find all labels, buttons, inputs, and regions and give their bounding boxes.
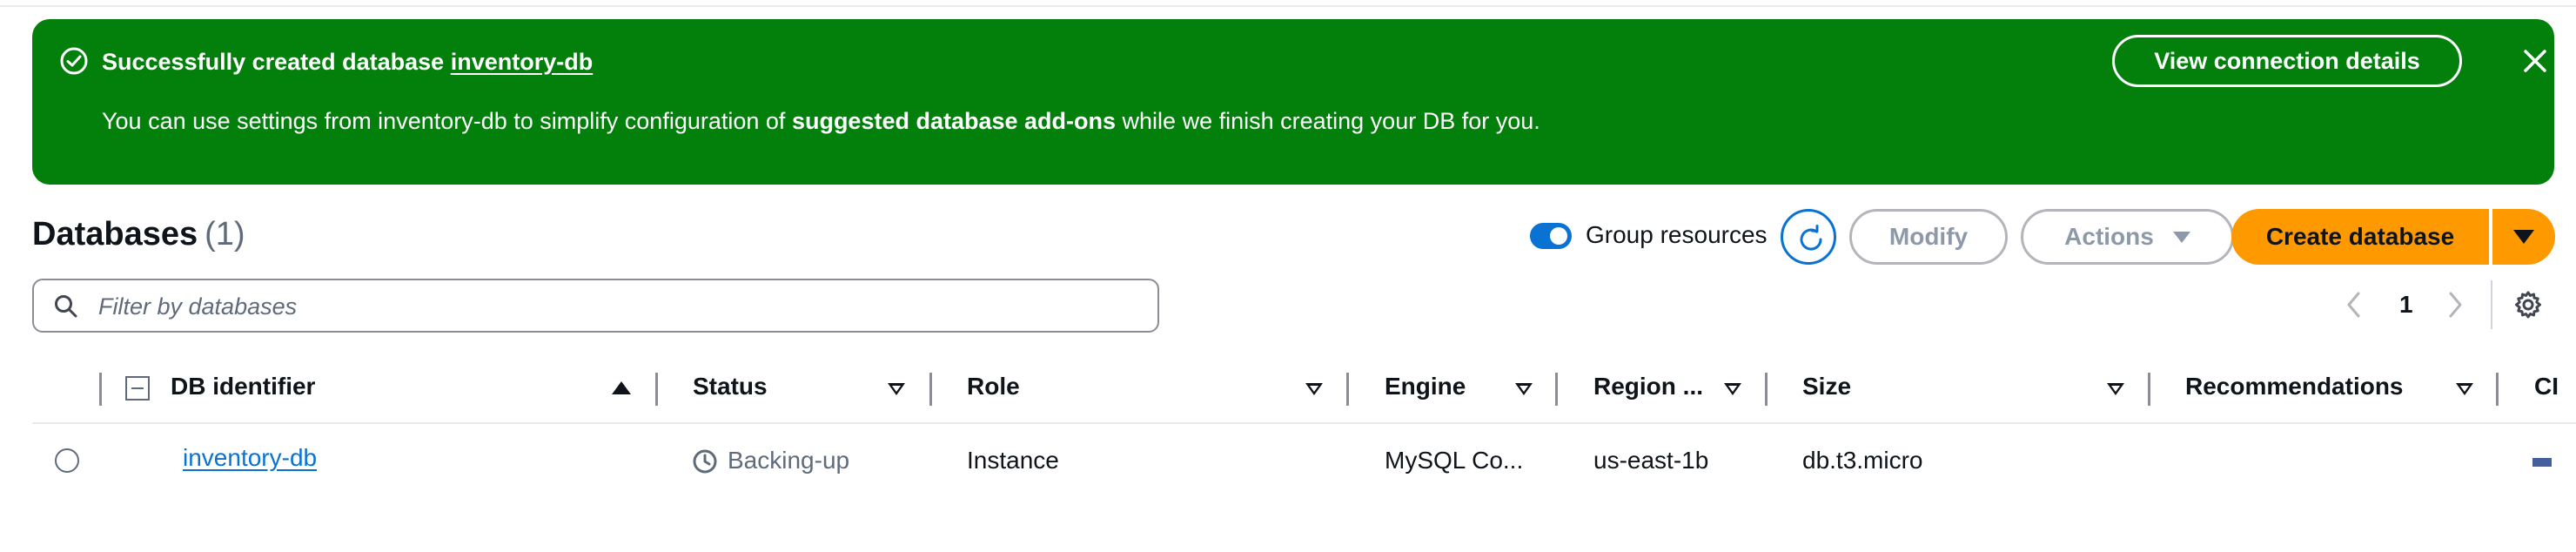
column-header-recommendations[interactable]: Recommendations <box>2185 373 2404 401</box>
top-divider <box>0 0 2576 7</box>
column-divider <box>99 373 102 406</box>
column-header-role[interactable]: Role <box>967 373 1020 401</box>
page-title: Databases (1) <box>32 216 245 253</box>
region-cell: us-east-1b <box>1593 447 1709 474</box>
sort-icon[interactable] <box>1305 383 1323 395</box>
gear-icon[interactable] <box>2513 290 2543 320</box>
caret-down-icon <box>2513 230 2534 244</box>
flash-message-start: You can use settings from inventory-db t… <box>102 108 786 134</box>
column-divider[interactable] <box>655 373 658 406</box>
actions-label: Actions <box>2064 223 2154 250</box>
column-divider[interactable] <box>1555 373 1558 406</box>
view-connection-details-button[interactable]: View connection details <box>2112 35 2462 87</box>
check-circle-icon <box>60 47 88 75</box>
filter-databases-input[interactable] <box>97 287 1136 326</box>
group-resources-toggle[interactable] <box>1530 223 1572 249</box>
flash-db-link[interactable]: inventory-db <box>451 49 594 75</box>
refresh-button[interactable] <box>1781 209 1836 265</box>
table-header-divider <box>32 422 2576 424</box>
engine-cell: MySQL Co... <box>1385 447 1524 474</box>
flash-title-prefix: Successfully created database <box>102 49 445 75</box>
flash-message-bold: suggested database add-ons <box>791 108 1117 134</box>
create-database-dropdown-button[interactable] <box>2492 209 2555 265</box>
create-database-button[interactable]: Create database <box>2231 209 2489 265</box>
sort-icon[interactable] <box>2456 383 2473 395</box>
role-cell: Instance <box>967 447 1059 474</box>
pagination-divider <box>2491 280 2492 329</box>
flash-message: You can use settings from inventory-db t… <box>102 108 1540 135</box>
db-identifier-link[interactable]: inventory-db <box>183 444 317 472</box>
chevron-left-icon[interactable] <box>2345 290 2364 320</box>
group-resources-label: Group resources <box>1586 221 1768 248</box>
close-icon[interactable] <box>2521 47 2549 75</box>
row-select-radio[interactable] <box>55 448 79 473</box>
filter-box <box>32 279 1159 333</box>
column-divider[interactable] <box>2496 373 2499 406</box>
modify-button[interactable]: Modify <box>1849 209 2008 265</box>
refresh-icon <box>1800 225 1822 251</box>
truncated-cell-indicator <box>2532 458 2552 467</box>
column-header-size[interactable]: Size <box>1802 373 1851 401</box>
column-divider[interactable] <box>929 373 932 406</box>
chevron-right-icon[interactable] <box>2445 290 2465 320</box>
sort-icon[interactable] <box>2107 383 2124 395</box>
success-flash-banner: Successfully created database inventory-… <box>32 19 2554 185</box>
size-cell: db.t3.micro <box>1802 447 1923 474</box>
sort-icon[interactable] <box>1724 383 1741 395</box>
clock-icon <box>693 449 717 474</box>
toggle-knob <box>1550 227 1567 245</box>
sort-ascending-icon[interactable] <box>612 381 631 394</box>
column-header-db-identifier[interactable]: DB identifier <box>171 373 315 401</box>
column-divider[interactable] <box>2148 373 2150 406</box>
column-divider[interactable] <box>1765 373 1768 406</box>
expand-collapse-all-icon[interactable] <box>125 376 150 401</box>
column-divider[interactable] <box>1346 373 1349 406</box>
flash-message-end: while we finish creating your DB for you… <box>1122 108 1540 134</box>
caret-down-icon <box>2172 231 2190 243</box>
current-page-number[interactable]: 1 <box>2399 291 2413 319</box>
sort-icon[interactable] <box>888 383 905 395</box>
column-header-ci[interactable]: CI <box>2534 373 2559 401</box>
sort-icon[interactable] <box>1515 383 1533 395</box>
actions-button[interactable]: Actions <box>2021 209 2234 265</box>
database-count: (1) <box>205 216 245 252</box>
search-icon <box>55 295 77 318</box>
page-title-text: Databases <box>32 216 198 252</box>
column-header-region[interactable]: Region ... <box>1593 373 1703 401</box>
column-header-engine[interactable]: Engine <box>1385 373 1466 401</box>
flash-title: Successfully created database inventory-… <box>102 49 593 76</box>
status-cell: Backing-up <box>728 447 850 474</box>
column-header-status[interactable]: Status <box>693 373 768 401</box>
